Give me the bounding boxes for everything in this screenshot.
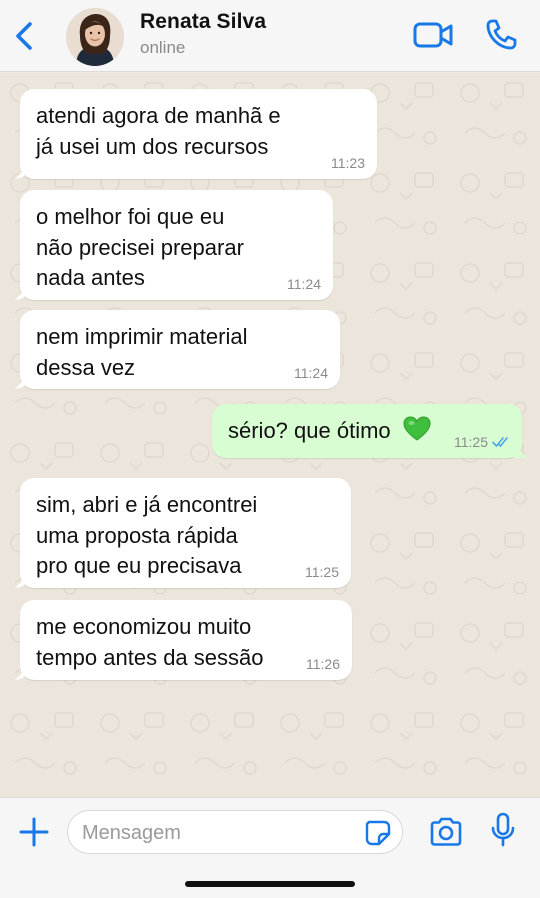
message-text: sim, abri e já encontrei uma proposta rá…	[36, 492, 258, 578]
message-input-box[interactable]	[67, 810, 403, 854]
home-indicator[interactable]	[185, 881, 355, 887]
voice-call-button[interactable]	[484, 18, 518, 52]
message-text: o melhor foi que eu não precisei prepara…	[36, 204, 244, 290]
message-bubble-incoming[interactable]: me economizou muito tempo antes da sessã…	[20, 600, 352, 680]
sticker-icon	[365, 820, 391, 846]
camera-icon	[430, 817, 462, 846]
phone-icon	[486, 19, 517, 50]
chat-header: Renata Silva online	[0, 0, 540, 72]
message-bubble-outgoing[interactable]: sério? que ótimo 11:25	[212, 404, 522, 458]
sticker-button[interactable]	[364, 819, 392, 847]
video-call-button[interactable]	[412, 20, 454, 50]
message-text: atendi agora de manhã e já usei um dos r…	[36, 103, 281, 159]
read-receipt-icon	[492, 437, 508, 447]
chevron-left-icon	[16, 22, 32, 50]
message-bubble-incoming[interactable]: nem imprimir material dessa vez 11:24	[20, 310, 340, 389]
message-bubble-incoming[interactable]: sim, abri e já encontrei uma proposta rá…	[20, 478, 351, 588]
contact-photo	[66, 8, 124, 66]
message-time: 11:25	[454, 434, 488, 450]
message-text: sério? que ótimo	[228, 418, 391, 443]
message-time: 11:25	[305, 564, 339, 580]
microphone-icon	[491, 812, 515, 847]
message-text: nem imprimir material dessa vez	[36, 324, 248, 380]
contact-name[interactable]: Renata Silva	[140, 10, 266, 34]
message-time: 11:23	[331, 155, 365, 171]
message-input[interactable]	[82, 819, 352, 847]
message-time: 11:24	[287, 276, 321, 292]
message-time: 11:24	[294, 365, 328, 381]
message-bubble-incoming[interactable]: o melhor foi que eu não precisei prepara…	[20, 190, 333, 300]
back-button[interactable]	[10, 18, 38, 54]
avatar[interactable]	[66, 8, 124, 66]
camera-button[interactable]	[428, 816, 464, 848]
message-time: 11:26	[306, 656, 340, 672]
message-composer	[0, 797, 540, 898]
contact-status: online	[140, 38, 186, 57]
microphone-button[interactable]	[490, 812, 516, 848]
video-camera-icon	[413, 22, 453, 48]
chat-area[interactable]: atendi agora de manhã e já usei um dos r…	[0, 73, 540, 797]
message-text: me economizou muito tempo antes da sessã…	[36, 614, 264, 670]
message-bubble-incoming[interactable]: atendi agora de manhã e já usei um dos r…	[20, 89, 377, 179]
green-heart-emoji	[403, 416, 431, 441]
plus-icon	[19, 817, 49, 847]
add-attachment-button[interactable]	[18, 816, 50, 848]
